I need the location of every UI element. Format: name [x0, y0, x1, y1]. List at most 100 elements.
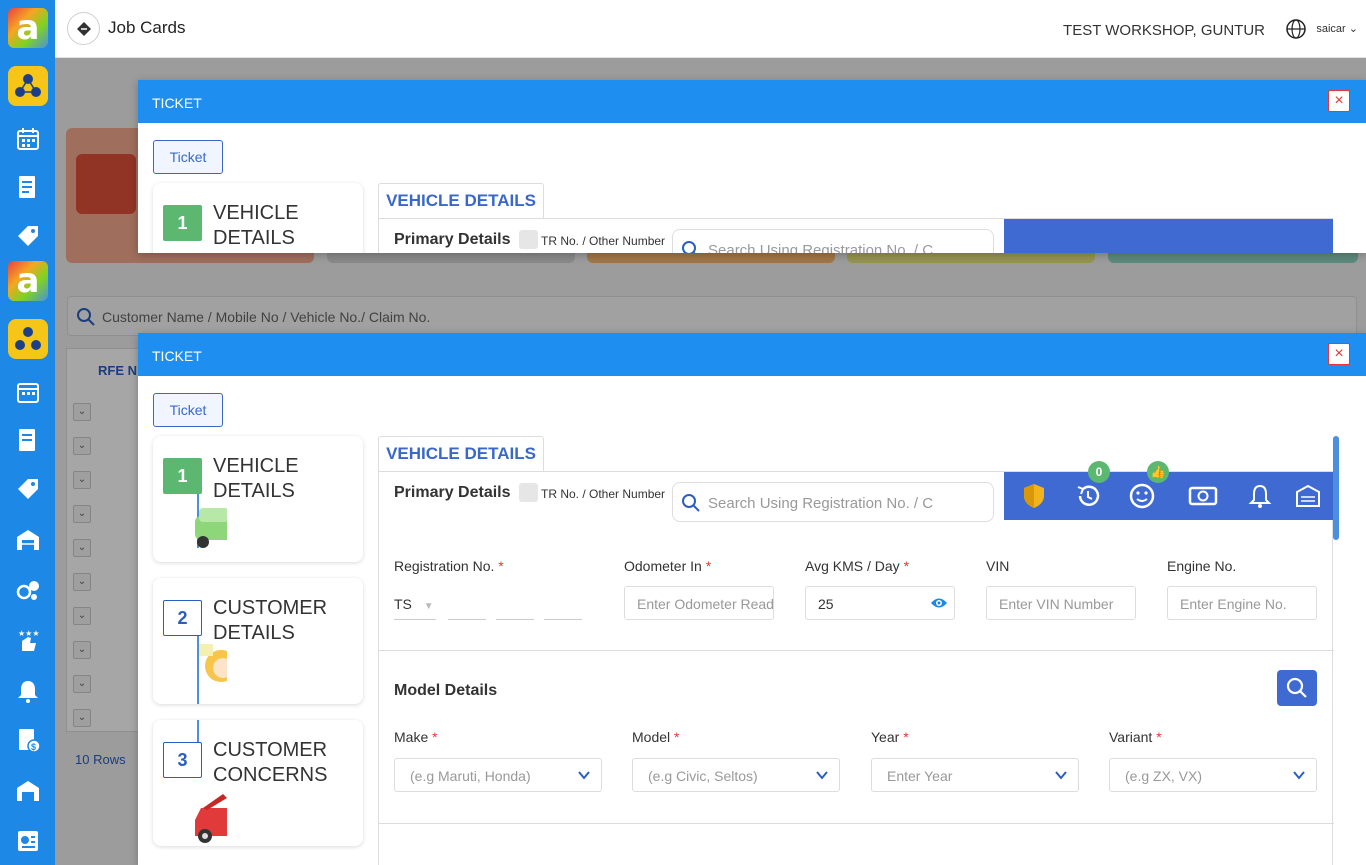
required-marker: *	[705, 558, 712, 574]
step-label-line: CUSTOMER	[213, 739, 328, 761]
make-select[interactable]: (e.g Maruti, Honda)	[394, 758, 602, 792]
modal-title: TICKET	[152, 348, 202, 364]
scrollbar-thumb[interactable]	[1333, 436, 1339, 540]
step-customer-details[interactable]: 2 CUSTOMER DETAILS	[153, 578, 363, 704]
variant-label-text: Variant	[1109, 729, 1153, 745]
primary-details-panel: Primary Details TR No. / Other Number Se…	[378, 218, 1333, 253]
tab-vehicle-details[interactable]: VEHICLE DETAILS	[378, 183, 544, 218]
vin-label: VIN	[986, 558, 1010, 574]
ticket-modal: TICKET × Ticket 1 VEHICLE DETAILS 2 CUSTO…	[138, 333, 1366, 865]
tab-vehicle-details[interactable]: VEHICLE DETAILS	[378, 436, 544, 471]
close-icon[interactable]: ×	[1328, 90, 1350, 112]
tag-icon[interactable]	[8, 216, 48, 256]
user-menu[interactable]: saicar ⌄	[1316, 22, 1358, 35]
district-code-input[interactable]	[448, 586, 486, 620]
svg-text:★★★: ★★★	[18, 629, 40, 638]
odometer-label-text: Odometer In	[624, 558, 702, 574]
tr-number-checkbox[interactable]	[519, 230, 538, 249]
state-code-select[interactable]: TS ▼	[394, 586, 436, 620]
network-logo-icon[interactable]	[8, 319, 48, 359]
step-label: CUSTOMER CONCERNS	[213, 738, 327, 788]
engine-number-input[interactable]: Enter Engine No.	[1167, 586, 1317, 620]
avg-kms-label-text: Avg KMS / Day	[805, 558, 900, 574]
step-label: VEHICLE DETAILS	[213, 201, 299, 251]
series-input[interactable]	[496, 586, 534, 620]
calendar-icon[interactable]	[8, 372, 48, 412]
number-input[interactable]	[544, 586, 582, 620]
tr-number-checkbox[interactable]	[519, 483, 538, 502]
shield-icon[interactable]	[1020, 482, 1048, 510]
tr-number-label: TR No. / Other Number	[541, 234, 666, 248]
vin-input[interactable]: Enter VIN Number	[986, 586, 1136, 620]
year-select[interactable]: Enter Year	[871, 758, 1079, 792]
registration-search-input[interactable]: Search Using Registration No. / Customer	[672, 482, 994, 522]
ticket-button[interactable]: Ticket	[153, 393, 223, 427]
garage-icon[interactable]	[8, 771, 48, 811]
app-logo-icon[interactable]: a	[8, 261, 48, 301]
tag-icon[interactable]	[8, 469, 48, 509]
eye-icon[interactable]	[930, 596, 948, 610]
report-icon[interactable]	[8, 821, 48, 861]
step-connector	[197, 720, 199, 742]
vehicle-actions-bar: 0 👍	[1004, 461, 1333, 520]
modal-header: TICKET ×	[138, 333, 1366, 376]
chevron-down-icon	[578, 771, 590, 780]
step-number: 1	[163, 458, 202, 494]
model-placeholder: (e.g Civic, Seltos)	[648, 768, 758, 784]
parts-icon[interactable]	[8, 570, 48, 610]
app-logo-icon[interactable]: a	[8, 8, 48, 48]
avg-kms-value: 25	[818, 596, 834, 612]
required-marker: *	[903, 558, 910, 574]
registration-number-input[interactable]: TS ▼	[394, 586, 594, 620]
step-label-line: VEHICLE	[213, 455, 299, 477]
make-placeholder: (e.g Maruti, Honda)	[410, 768, 531, 784]
step-label-line: VEHICLE	[213, 202, 299, 224]
model-search-button[interactable]	[1277, 670, 1317, 706]
make-label: Make *	[394, 729, 438, 745]
close-icon[interactable]: ×	[1328, 343, 1350, 365]
search-icon	[682, 241, 696, 253]
step-label-line: DETAILS	[213, 227, 295, 249]
primary-details-label: Primary Details	[394, 231, 511, 248]
back-button[interactable]	[67, 12, 100, 45]
tr-number-label: TR No. / Other Number	[541, 487, 666, 501]
modal-title: TICKET	[152, 95, 202, 111]
bill-icon[interactable]: $	[8, 720, 48, 760]
step-vehicle-details[interactable]: 1 VEHICLE DETAILS	[153, 183, 363, 253]
odometer-input[interactable]: Enter Odometer Reading	[624, 586, 774, 620]
ticket-button[interactable]: Ticket	[153, 140, 223, 174]
search-icon	[682, 494, 700, 512]
bell-icon[interactable]	[1246, 482, 1274, 510]
required-marker: *	[903, 729, 909, 745]
model-select[interactable]: (e.g Civic, Seltos)	[632, 758, 840, 792]
garage-icon[interactable]	[1294, 482, 1322, 510]
registration-search-placeholder: Search Using Registration No. / Customer	[708, 495, 934, 512]
avg-kms-input[interactable]: 25	[805, 586, 955, 620]
network-logo-icon[interactable]	[8, 66, 48, 106]
chevron-down-icon: ▼	[423, 601, 434, 612]
history-icon[interactable]	[1074, 482, 1102, 510]
smiley-icon[interactable]	[1128, 482, 1156, 510]
workshop-name[interactable]: TEST WORKSHOP, GUNTUR	[1063, 22, 1265, 39]
variant-select[interactable]: (e.g ZX, VX)	[1109, 758, 1317, 792]
registration-search-input[interactable]: Search Using Registration No. / Customer	[672, 229, 994, 253]
step-vehicle-details[interactable]: 1 VEHICLE DETAILS	[153, 436, 363, 562]
registration-label: Registration No. *	[394, 558, 504, 574]
invoice-icon[interactable]	[8, 167, 48, 207]
bell-icon[interactable]	[8, 671, 48, 711]
rating-icon[interactable]: ★★★	[8, 621, 48, 661]
invoice-icon[interactable]	[8, 420, 48, 460]
chevron-down-icon	[1055, 771, 1067, 780]
step-customer-concerns[interactable]: 3 CUSTOMER CONCERNS	[153, 720, 363, 846]
warehouse-icon[interactable]	[8, 520, 48, 560]
step-label-line: CONCERNS	[213, 764, 328, 786]
odometer-label: Odometer In *	[624, 558, 711, 574]
money-icon[interactable]	[1188, 482, 1218, 510]
model-label: Model *	[632, 729, 679, 745]
variant-label: Variant *	[1109, 729, 1162, 745]
calendar-icon[interactable]	[8, 119, 48, 159]
sidebar: a a ★★★ $	[0, 0, 55, 865]
required-marker: *	[1156, 729, 1162, 745]
globe-icon[interactable]	[1286, 19, 1306, 44]
thumbs-up-icon: 👍	[1147, 461, 1169, 483]
